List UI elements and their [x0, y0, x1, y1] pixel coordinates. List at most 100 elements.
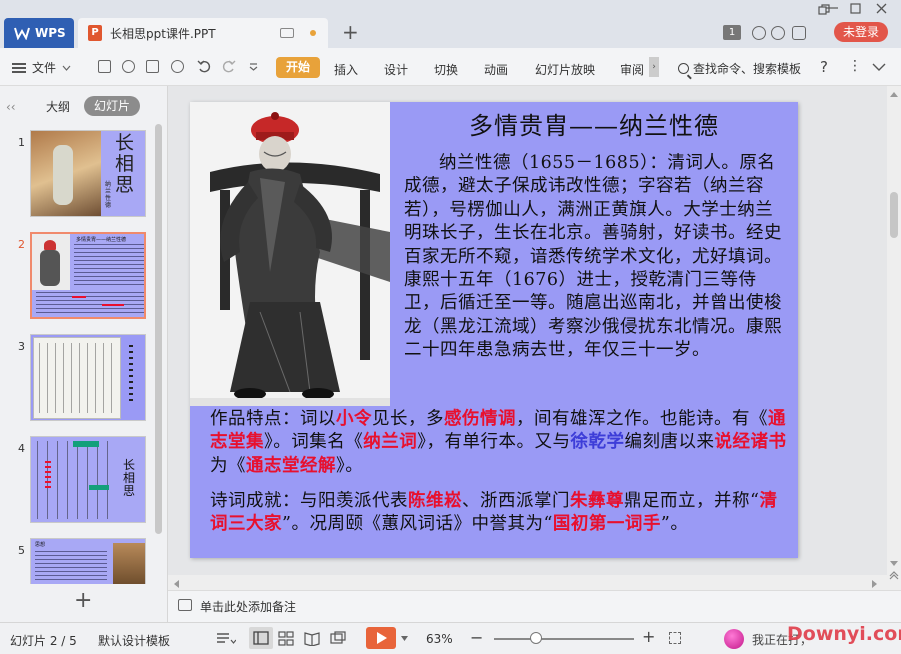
more-menu-icon[interactable]: ⋮: [848, 58, 862, 74]
wps-logo-icon: [14, 27, 30, 40]
slide-number: 5: [18, 544, 25, 557]
zoom-in-button[interactable]: +: [642, 627, 655, 646]
file-menu-label: 文件: [32, 61, 57, 75]
maximize-icon[interactable]: [850, 3, 861, 14]
play-options-icon[interactable]: [401, 636, 408, 641]
slide-number: 3: [18, 340, 25, 353]
title-bar: WPS P 长相思ppt课件.PPT + 1 未登录: [0, 0, 901, 48]
undo-icon[interactable]: [197, 59, 211, 73]
more-tabs-button[interactable]: ›: [649, 57, 659, 77]
slide-number: 2: [18, 238, 25, 251]
tab-transition[interactable]: 切换: [434, 61, 458, 78]
slide-navigation-panel: ‹‹ 大纲 幻灯片 1 长相思 纳兰性德 2 多情贵胄——纳兰性德 3 4 长相…: [0, 86, 168, 622]
play-slideshow-button[interactable]: [366, 627, 396, 649]
highlight-term: 感伤情调: [444, 409, 516, 429]
minimize-icon[interactable]: [826, 6, 838, 10]
biography-paragraph: 纳兰性德（1655－1685）：清词人。原名成德，避太子保成讳改性德；字容若（纳…: [404, 153, 782, 361]
slide-thumbnail-5[interactable]: 5 思想: [0, 538, 158, 584]
slide-thumbnail-4[interactable]: 4 长相思: [0, 436, 158, 528]
zoom-level[interactable]: 63%: [426, 632, 453, 646]
portrait-image[interactable]: [190, 102, 390, 406]
zoom-slider-track[interactable]: [494, 638, 634, 640]
status-bar: 幻灯片 2 / 5 默认设计模板 63% − + 我正在打， Downyi.co…: [0, 622, 901, 654]
slide-editing-canvas[interactable]: 多情贵胄——纳兰性德 纳兰性德（1655－1685）：清词人。原名成德，避太子保…: [168, 86, 887, 590]
slide-thumbnail-2[interactable]: 2 多情贵胄——纳兰性德: [0, 232, 158, 324]
print-icon[interactable]: [146, 60, 159, 73]
text-run: 作品特点：词以: [210, 409, 336, 429]
scrollbar-thumb[interactable]: [890, 192, 898, 238]
window-count-badge[interactable]: 1: [723, 25, 741, 40]
works-features-text[interactable]: 作品特点：词以小令见长，多感伤情调，间有雄浑之作。也能诗。有《通志堂集》。词集名…: [210, 408, 794, 478]
unsaved-dot-icon: [310, 30, 316, 36]
wps-tab-label: WPS: [35, 26, 66, 40]
biography-text[interactable]: 纳兰性德（1655－1685）：清词人。原名成德，避太子保成讳改性德；字容若（纳…: [404, 152, 790, 363]
cloud-sync-icon[interactable]: [771, 26, 785, 40]
tab-slides[interactable]: 幻灯片: [84, 96, 140, 116]
thumbnail-subtitle: 纳兰性德: [105, 181, 112, 209]
new-tab-button[interactable]: +: [342, 22, 359, 42]
print-preview-icon[interactable]: [171, 60, 184, 73]
format-painter-icon[interactable]: [122, 60, 135, 73]
command-search-label: 查找命令、搜索模板: [693, 62, 802, 76]
tab-outline[interactable]: 大纲: [46, 98, 70, 115]
thumbnail-scrollbar[interactable]: [155, 124, 162, 534]
tab-start[interactable]: 开始: [276, 57, 320, 78]
slide-sorter-icon[interactable]: [278, 631, 294, 646]
close-icon[interactable]: [876, 3, 887, 14]
text-run: 、浙西派掌门: [462, 491, 570, 511]
login-button[interactable]: 未登录: [834, 22, 888, 42]
thumbnail-title: 长相思: [115, 132, 135, 196]
scroll-left-icon[interactable]: [174, 580, 179, 588]
assistant-avatar-icon[interactable]: [724, 629, 744, 649]
canvas-horizontal-scrollbar[interactable]: [168, 575, 887, 590]
canvas-vertical-scrollbar[interactable]: [887, 86, 901, 590]
fit-to-window-button[interactable]: [669, 632, 681, 644]
quick-access-dropdown-icon[interactable]: [249, 63, 258, 71]
slide-thumbnail-list: 1 长相思 纳兰性德 2 多情贵胄——纳兰性德 3 4 长相思 5 思想: [0, 124, 158, 584]
skin-icon[interactable]: [752, 26, 766, 40]
zoom-slider-handle[interactable]: [530, 632, 542, 644]
thumbnail-title: 长相思: [123, 458, 136, 498]
notes-placeholder[interactable]: 单击此处添加备注: [200, 598, 296, 615]
redo-icon[interactable]: [222, 59, 236, 73]
template-name[interactable]: 默认设计模板: [98, 632, 170, 649]
previous-slide-icon[interactable]: [889, 570, 899, 580]
tab-review[interactable]: 审阅: [620, 61, 644, 78]
presenter-tools-icon[interactable]: [330, 631, 346, 646]
figure-illustration: [53, 145, 73, 205]
file-menu-button[interactable]: 文件: [12, 59, 71, 76]
document-tab[interactable]: P 长相思ppt课件.PPT: [78, 18, 328, 48]
text-run: 编刻唐以来: [624, 432, 715, 453]
notes-icon: [178, 599, 192, 611]
monitor-icon[interactable]: [280, 28, 294, 38]
scroll-right-icon[interactable]: [872, 580, 877, 588]
reading-view-icon[interactable]: [304, 631, 320, 646]
collapse-ribbon-icon[interactable]: [872, 63, 886, 71]
notes-pane[interactable]: 单击此处添加备注: [168, 590, 901, 622]
scroll-up-icon[interactable]: [890, 92, 898, 97]
shirt-icon[interactable]: [792, 26, 806, 40]
save-icon[interactable]: [98, 60, 111, 73]
current-slide[interactable]: 多情贵胄——纳兰性德 纳兰性德（1655－1685）：清词人。原名成德，避太子保…: [190, 102, 798, 558]
help-icon[interactable]: ?: [820, 58, 828, 76]
tab-slideshow[interactable]: 幻灯片放映: [535, 61, 595, 78]
normal-view-icon: [253, 631, 269, 645]
add-slide-button[interactable]: +: [74, 590, 92, 612]
poetry-achievement-text[interactable]: 诗词成就：与阳羡派代表陈维崧、浙西派掌门朱彝尊鼎足而立，并称“清词三大家”。况周…: [210, 490, 794, 537]
wps-home-tab[interactable]: WPS: [4, 18, 74, 48]
tab-insert[interactable]: 插入: [334, 61, 358, 78]
collapse-panel-button[interactable]: ‹‹: [6, 100, 16, 114]
slide-thumbnail-1[interactable]: 1 长相思 纳兰性德: [0, 130, 158, 222]
tab-animation[interactable]: 动画: [484, 61, 508, 78]
slide-title[interactable]: 多情贵胄——纳兰性德: [390, 106, 798, 141]
notes-toggle-icon[interactable]: [216, 632, 236, 646]
command-search[interactable]: 查找命令、搜索模板: [678, 60, 801, 77]
scroll-down-icon[interactable]: [890, 561, 898, 566]
tab-design[interactable]: 设计: [384, 61, 408, 78]
highlight-term: 纳兰词: [363, 432, 418, 453]
ribbon-toolbar: 文件 开始 插入 设计 切换 动画 幻灯片放映 审阅 › 查找命令、搜索模板 ?…: [0, 48, 901, 86]
thumbnail-title: 多情贵胄——纳兰性德: [76, 237, 127, 243]
normal-view-button[interactable]: [249, 627, 273, 649]
zoom-out-button[interactable]: −: [470, 628, 483, 647]
slide-thumbnail-3[interactable]: 3: [0, 334, 158, 426]
